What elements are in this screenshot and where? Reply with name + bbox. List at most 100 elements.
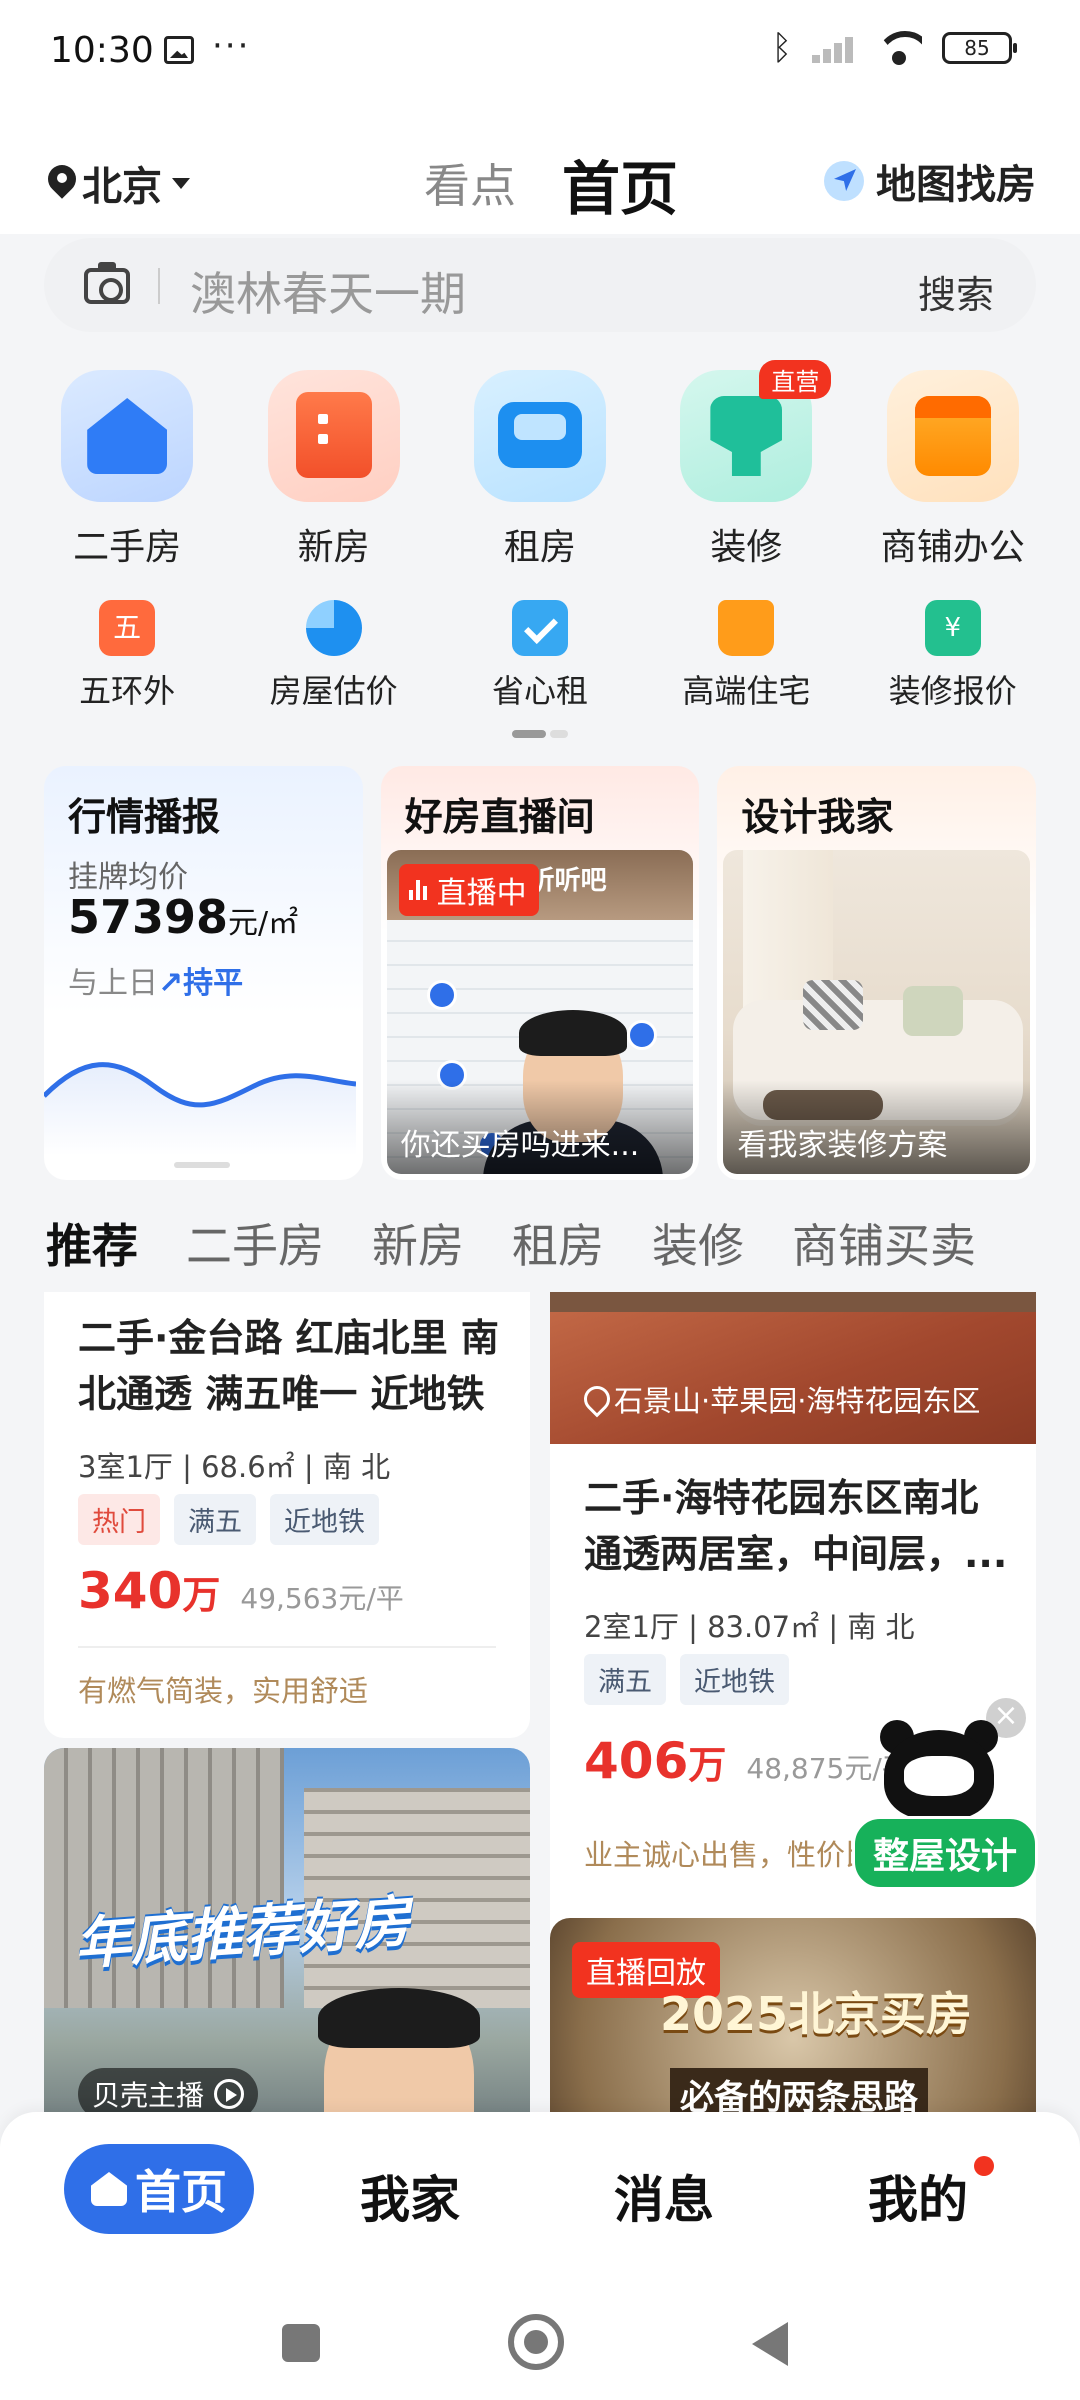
listing-title-line: 二手·海特花园东区南北 bbox=[584, 1476, 979, 1520]
divider bbox=[78, 1646, 496, 1648]
listing-meta: 3室1厅 | 68.6㎡ | 南 北 bbox=[78, 1450, 391, 1484]
signal-icon bbox=[812, 33, 856, 63]
listing-price: 340万 49,563元/平 bbox=[78, 1562, 404, 1620]
tab-new-home[interactable]: 新房 bbox=[372, 1210, 464, 1276]
recents-icon[interactable] bbox=[282, 2324, 320, 2362]
room-pillow bbox=[803, 980, 864, 1030]
grid-label: 新房 bbox=[297, 527, 370, 568]
nav-messages[interactable]: 消息 bbox=[614, 2160, 714, 2232]
tab-look[interactable]: 看点 bbox=[424, 150, 516, 216]
grid-tile bbox=[473, 370, 606, 502]
search-bar[interactable]: 澳林春天一期 搜索 bbox=[44, 238, 1036, 332]
grid-item-decoration[interactable]: 直营 装修 bbox=[661, 360, 832, 570]
sub-item-outer-ring[interactable]: 五 五环外 bbox=[42, 600, 212, 712]
listing-feed: 二手·金台路 红庙北里 南 北通透 满五唯一 近地铁 3室1厅 | 68.6㎡ … bbox=[0, 1292, 1080, 2112]
listing-photo: 石景山·苹果园·海特花园东区 bbox=[550, 1292, 1036, 1444]
sub-label: 五环外 bbox=[79, 672, 176, 710]
total-price-value: 406 bbox=[584, 1732, 689, 1790]
price-suffix: 万 bbox=[688, 1743, 727, 1787]
bluetooth-icon: ᛒ bbox=[771, 28, 792, 68]
grid-item-new-home[interactable]: 新房 bbox=[249, 370, 419, 570]
grid-item-second-hand[interactable]: 二手房 bbox=[42, 370, 212, 570]
host-hair bbox=[518, 1010, 627, 1056]
tag: 满五 bbox=[174, 1494, 256, 1545]
home-icon bbox=[91, 2172, 127, 2206]
check-heart-icon bbox=[511, 600, 568, 656]
bear-mascot-icon[interactable] bbox=[874, 1720, 1004, 1830]
bear-face bbox=[904, 1756, 974, 1796]
host-label: 贝壳主播 bbox=[78, 2068, 259, 2112]
play-icon bbox=[214, 2079, 245, 2109]
living-room-image: 看我家装修方案 bbox=[723, 850, 1031, 1174]
listing-title-line: 通透两居室，中间层，... bbox=[584, 1532, 1008, 1576]
price-unit: 元/㎡ bbox=[228, 906, 299, 941]
grid-label: 商铺办公 bbox=[880, 527, 1025, 568]
sub-label: 高端住宅 bbox=[682, 672, 811, 710]
sub-item-easy-rent[interactable]: 省心租 bbox=[455, 600, 625, 712]
tag: 近地铁 bbox=[680, 1654, 789, 1705]
grid-tile bbox=[267, 370, 400, 502]
day-compare: 与上日↗持平 bbox=[68, 958, 243, 1002]
tab-recommend[interactable]: 推荐 bbox=[46, 1210, 138, 1276]
search-input[interactable]: 澳林春天一期 bbox=[190, 258, 466, 324]
location-text: 石景山·苹果园·海特花园东区 bbox=[614, 1384, 981, 1418]
sub-item-decor-quote[interactable]: ¥ 装修报价 bbox=[868, 600, 1038, 712]
grid-item-commercial[interactable]: 商铺办公 bbox=[868, 370, 1038, 570]
feed-category-tabs: 推荐 二手房 新房 租房 装修 商铺买卖 bbox=[0, 1200, 1080, 1286]
tab-rent[interactable]: 租房 bbox=[512, 1210, 604, 1276]
nav-my-home[interactable]: 我家 bbox=[360, 2160, 460, 2232]
city-name: 北京 bbox=[82, 164, 162, 210]
promo-photo: 年底推荐好房 贝壳主播 bbox=[44, 1748, 530, 2112]
sub-item-luxury[interactable]: 高端住宅 bbox=[661, 600, 831, 712]
sub-label: 房屋估价 bbox=[269, 672, 398, 710]
tab-commercial[interactable]: 商铺买卖 bbox=[792, 1210, 976, 1276]
grid-label: 二手房 bbox=[73, 527, 182, 568]
sub-category-grid: 五 五环外 房屋估价 省心租 高端住宅 ¥ 装修报价 bbox=[0, 600, 1080, 712]
replay-cover: 直播回放 2025北京买房 必备的两条思路 bbox=[550, 1918, 1036, 2112]
camera-icon[interactable] bbox=[84, 262, 130, 304]
feature-cards: 行情播报 挂牌均价 57398元/㎡ 与上日↗持平 好房直播间 进来听听吧 直播… bbox=[44, 766, 1037, 1180]
search-button[interactable]: 搜索 bbox=[918, 264, 994, 319]
trend-arrow-icon: ↗ bbox=[158, 966, 184, 1001]
house-icon bbox=[87, 398, 168, 474]
listing-avg-price: 57398元/㎡ bbox=[68, 890, 298, 944]
nav-mine[interactable]: 我的 bbox=[868, 2160, 968, 2232]
live-badge-label: 直播中 bbox=[436, 876, 527, 911]
map-find-button[interactable]: 地图找房 bbox=[824, 152, 1036, 210]
shop-icon bbox=[914, 396, 991, 476]
city-selector[interactable]: 北京 bbox=[48, 154, 190, 212]
status-icons: ᛒ 85 bbox=[771, 28, 1017, 68]
whole-house-design-button[interactable]: 整屋设计 bbox=[852, 1816, 1039, 1890]
market-trend-curve bbox=[44, 1062, 356, 1156]
listing-desc: 有燃气简装，实用舒适 bbox=[78, 1674, 369, 1708]
tab-home[interactable]: 首页 bbox=[562, 142, 678, 226]
location-pin-icon bbox=[48, 165, 76, 201]
sub-item-valuation[interactable]: 房屋估价 bbox=[249, 600, 419, 712]
back-icon[interactable] bbox=[752, 2322, 788, 2366]
host-name: 贝壳主播 bbox=[92, 2079, 205, 2112]
market-report-card[interactable]: 行情播报 挂牌均价 57398元/㎡ 与上日↗持平 bbox=[44, 766, 363, 1180]
home-circle-icon[interactable] bbox=[508, 2314, 564, 2370]
main-category-grid: 二手房 新房 租房 直营 装修 商铺办公 bbox=[0, 360, 1080, 570]
pie-chart-icon bbox=[305, 600, 362, 656]
replay-card[interactable]: 直播回放 2025北京买房 必备的两条思路 bbox=[550, 1918, 1036, 2112]
promo-video-card[interactable]: 年底推荐好房 贝壳主播 bbox=[44, 1748, 530, 2112]
nav-home[interactable]: 首页 bbox=[64, 2144, 254, 2234]
listing-card[interactable]: 二手·金台路 红庙北里 南 北通透 满五唯一 近地铁 3室1厅 | 68.6㎡ … bbox=[44, 1292, 530, 1738]
listing-meta: 2室1厅 | 83.07㎡ | 南 北 bbox=[584, 1610, 915, 1644]
total-price: 406万 bbox=[584, 1732, 726, 1790]
photo-wall bbox=[550, 1292, 1036, 1312]
live-room-card[interactable]: 好房直播间 进来听听吧 直播中 你还买房吗进来... bbox=[380, 766, 700, 1180]
grid-item-rent[interactable]: 租房 bbox=[455, 370, 625, 570]
tab-second-hand[interactable]: 二手房 bbox=[186, 1210, 324, 1276]
notification-dot bbox=[974, 2156, 994, 2176]
host-hair bbox=[318, 1988, 480, 2048]
system-nav-bar bbox=[0, 2288, 1080, 2400]
card-title: 设计我家 bbox=[741, 795, 894, 839]
design-card[interactable]: 设计我家 看我家装修方案 bbox=[717, 766, 1037, 1180]
location-pin-icon bbox=[584, 1386, 604, 1412]
card-title: 好房直播间 bbox=[404, 795, 595, 839]
map-find-label: 地图找房 bbox=[876, 162, 1036, 208]
location-label: 石景山·苹果园·海特花园东区 bbox=[584, 1378, 980, 1420]
tab-decoration[interactable]: 装修 bbox=[652, 1210, 744, 1276]
